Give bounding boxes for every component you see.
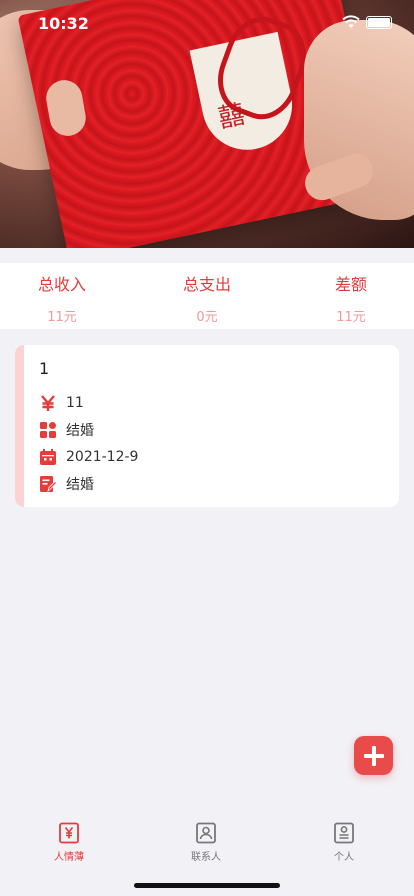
status-time: 10:32 [38, 14, 89, 33]
record-note-row: 结婚 [39, 473, 94, 495]
record-card[interactable]: 1 11 结婚 2021-12-9 结婚 [15, 345, 399, 507]
tab-label: 个人 [334, 852, 354, 863]
summary-label: 总支出 [182, 275, 231, 294]
yen-icon [39, 394, 57, 412]
record-date: 2021-12-9 [66, 449, 139, 465]
category-grid-icon [39, 421, 57, 439]
tab-contacts[interactable]: 联系人 [166, 822, 246, 863]
summary-bar: 总收入 11元 总支出 0元 差额 11元 [0, 263, 414, 329]
tab-label: 联系人 [191, 852, 221, 863]
summary-value: 11元 [336, 310, 366, 325]
record-title: 1 [39, 359, 50, 378]
record-category: 结婚 [66, 423, 94, 439]
tab-renqingbo[interactable]: 人情薄 [29, 822, 109, 863]
wifi-icon [342, 15, 360, 28]
record-amount-row: 11 [39, 392, 84, 414]
record-category-row: 结婚 [39, 419, 94, 441]
summary-value: 0元 [196, 310, 218, 325]
contact-card-icon [196, 822, 216, 844]
status-bar: 10:32 [0, 0, 414, 44]
summary-label: 差额 [334, 275, 367, 294]
summary-label: 总收入 [37, 275, 86, 294]
tab-label: 人情薄 [54, 852, 84, 863]
battery-icon [366, 15, 392, 29]
card-accent-stripe [15, 345, 24, 507]
record-note: 结婚 [66, 477, 94, 493]
edit-note-icon [39, 475, 57, 493]
home-indicator [134, 883, 280, 888]
profile-card-icon [334, 822, 354, 844]
tab-profile[interactable]: 个人 [304, 822, 384, 863]
record-amount: 11 [66, 395, 84, 411]
plus-icon [363, 745, 384, 766]
summary-value: 11元 [47, 310, 77, 325]
yen-ledger-icon [59, 822, 79, 844]
add-record-button[interactable] [354, 736, 393, 775]
record-date-row: 2021-12-9 [39, 446, 138, 468]
calendar-icon [39, 448, 57, 466]
